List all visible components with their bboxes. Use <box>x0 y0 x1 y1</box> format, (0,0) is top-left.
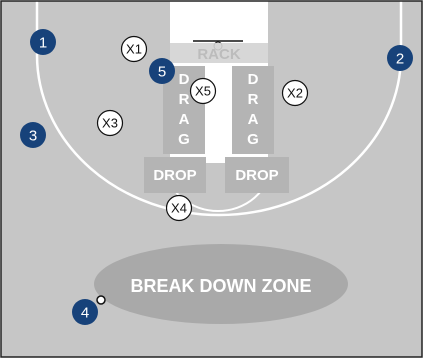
offense-player-1-label: 1 <box>39 35 47 52</box>
offense-player-3: 3 <box>20 122 46 148</box>
court-diagram: RACK DRAG DRAG DROP DROP BREAK DOWN ZONE… <box>0 0 423 358</box>
offense-player-5-label: 5 <box>158 64 166 81</box>
drop-right-label: DROP <box>235 167 278 184</box>
defense-player-x5-label: X5 <box>195 84 211 99</box>
defense-player-x4: X4 <box>165 194 193 222</box>
drag-right-letter: A <box>248 111 259 128</box>
defense-player-x1: X1 <box>120 35 148 63</box>
drag-left-letter: A <box>179 111 190 128</box>
drag-right-letter: D <box>248 71 259 88</box>
drag-right-letter: G <box>247 131 259 148</box>
offense-player-2: 2 <box>387 45 413 71</box>
defense-player-x3-label: X3 <box>102 116 118 131</box>
offense-player-5: 5 <box>149 58 175 84</box>
drag-right-letter: R <box>248 91 259 108</box>
offense-player-3-label: 3 <box>29 128 37 145</box>
drag-left-letter: G <box>178 131 190 148</box>
defense-player-x1-label: X1 <box>126 42 142 57</box>
court-svg: RACK DRAG DRAG DROP DROP BREAK DOWN ZONE… <box>0 0 423 358</box>
defense-player-x2-label: X2 <box>287 86 303 101</box>
offense-player-2-label: 2 <box>396 51 404 68</box>
defense-player-x4-label: X4 <box>171 201 187 216</box>
offense-player-4-label: 4 <box>81 305 89 322</box>
drag-left-letter: R <box>179 91 190 108</box>
drag-left-letter: D <box>179 71 190 88</box>
defense-player-x3: X3 <box>96 109 124 137</box>
drop-left-label: DROP <box>153 167 196 184</box>
ball <box>96 295 106 305</box>
rack-label: RACK <box>197 46 240 63</box>
defense-player-x5: X5 <box>189 77 217 105</box>
defense-player-x2: X2 <box>281 79 309 107</box>
offense-player-1: 1 <box>30 29 56 55</box>
break-down-zone-label: BREAK DOWN ZONE <box>131 276 312 296</box>
